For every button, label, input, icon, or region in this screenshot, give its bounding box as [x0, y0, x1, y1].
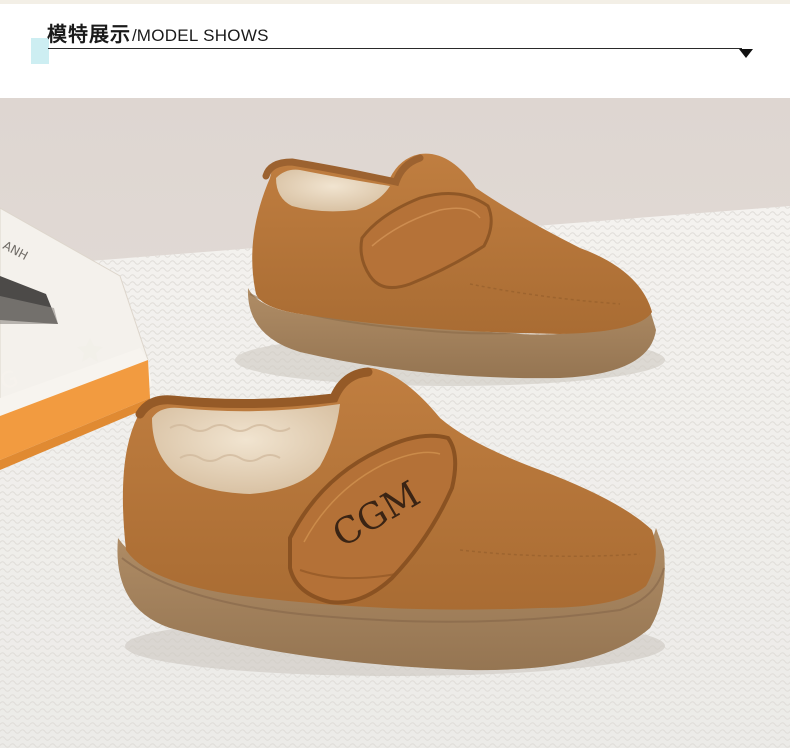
section-title: 模特展示/MODEL SHOWS [47, 18, 269, 47]
triangle-down-icon [739, 49, 753, 58]
section-title-cn: 模特展示 [47, 22, 131, 46]
header-rule [48, 48, 742, 49]
section-title-en: MODEL SHOWS [136, 26, 269, 45]
product-photo: G ANH CGM [0, 98, 790, 748]
section-header: 模特展示/MODEL SHOWS [0, 4, 790, 98]
